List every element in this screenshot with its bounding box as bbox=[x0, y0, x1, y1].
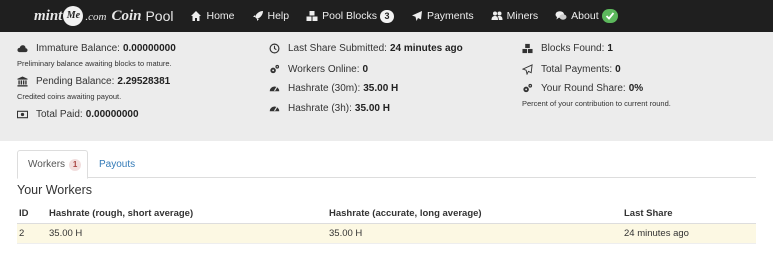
tachometer-icon bbox=[269, 86, 280, 92]
last-share-submitted: Last Share Submitted: 24 minutes ago bbox=[269, 43, 463, 54]
col-header-last-share: Last Share bbox=[624, 208, 673, 219]
total-payments-value: 0 bbox=[615, 64, 621, 75]
workers-table: ID Hashrate (rough, short average) Hashr… bbox=[17, 204, 756, 244]
cloud-icon bbox=[17, 45, 28, 53]
immature-balance: Immature Balance: 0.00000000 bbox=[17, 43, 176, 54]
total-payments: Total Payments: 0 bbox=[522, 64, 621, 75]
total-paid-value: 0.00000000 bbox=[85, 109, 139, 120]
hashrate-30m: Hashrate (30m): 35.00 H bbox=[269, 83, 398, 94]
last-share-value: 24 minutes ago bbox=[389, 43, 463, 54]
paper-plane-icon bbox=[411, 11, 422, 21]
nav-payments-label: Payments bbox=[426, 10, 474, 22]
cell-hashrate-short: 35.00 H bbox=[49, 228, 83, 239]
workers-online-value: 0 bbox=[362, 64, 369, 75]
nav-about[interactable]: About bbox=[555, 0, 618, 32]
table-header-row: ID Hashrate (rough, short average) Hashr… bbox=[17, 204, 756, 224]
nav-help[interactable]: Help bbox=[252, 0, 290, 32]
immature-balance-note: Preliminary balance awaiting blocks to m… bbox=[17, 59, 172, 68]
users-icon bbox=[491, 11, 503, 20]
tab-workers[interactable]: Workers 1 bbox=[17, 150, 88, 179]
home-icon bbox=[191, 11, 202, 21]
col-header-hashrate-short: Hashrate (rough, short average) bbox=[49, 208, 194, 219]
nav-home-label: Home bbox=[206, 10, 235, 22]
tab-workers-label: Workers bbox=[28, 159, 66, 170]
blocks-found-value: 1 bbox=[607, 43, 613, 54]
cubes-icon bbox=[522, 43, 533, 54]
tab-payouts[interactable]: Payouts bbox=[99, 150, 135, 178]
blocks-found: Blocks Found: 1 bbox=[522, 43, 613, 54]
cell-worker-id: 2 bbox=[19, 228, 25, 239]
total-payments-label: Total Payments: bbox=[541, 64, 613, 75]
nav-miners[interactable]: Miners bbox=[491, 0, 539, 32]
brand-coin-text: Coin bbox=[111, 7, 142, 24]
round-share-label: Your Round Share: bbox=[541, 83, 626, 94]
pending-balance-note: Credited coins awaiting payout. bbox=[17, 92, 122, 101]
hashrate-30m-value: 35.00 H bbox=[363, 83, 399, 94]
col-header-hashrate-long: Hashrate (accurate, long average) bbox=[329, 208, 482, 219]
nav-pool-blocks-label: Pool Blocks bbox=[322, 10, 377, 22]
hashrate-3h: Hashrate (3h): 35.00 H bbox=[269, 103, 390, 114]
check-icon bbox=[601, 9, 618, 23]
table-row[interactable]: 2 35.00 H 35.00 H 24 minutes ago bbox=[17, 224, 756, 244]
section-title: Your Workers bbox=[17, 183, 93, 197]
nav-pool-blocks[interactable]: Pool Blocks 3 bbox=[306, 0, 394, 32]
cell-hashrate-long: 35.00 H bbox=[329, 228, 363, 239]
nav-about-label: About bbox=[571, 10, 599, 22]
nav-miners-label: Miners bbox=[506, 10, 539, 22]
nav-help-label: Help bbox=[267, 10, 290, 22]
pending-balance-label: Pending Balance: bbox=[36, 76, 115, 87]
last-share-label: Last Share Submitted: bbox=[288, 43, 387, 54]
comments-icon bbox=[555, 11, 567, 20]
pool-blocks-count-badge: 3 bbox=[379, 9, 394, 23]
hashrate-30m-label: Hashrate (30m): bbox=[288, 83, 361, 94]
cogs-icon bbox=[270, 64, 280, 74]
cogs-icon bbox=[523, 83, 533, 93]
nav-home[interactable]: Home bbox=[190, 0, 235, 32]
brand-mint-text: mint bbox=[34, 7, 63, 24]
main-nav: Home Help Pool Blocks 3 Payments Miners … bbox=[190, 0, 634, 32]
bank-icon bbox=[17, 76, 28, 87]
total-paid: Total Paid: 0.00000000 bbox=[17, 109, 139, 120]
pending-balance: Pending Balance: 2.29528381 bbox=[17, 76, 170, 87]
immature-balance-label: Immature Balance: bbox=[36, 43, 120, 54]
hashrate-3h-label: Hashrate (3h): bbox=[288, 103, 352, 114]
paper-plane-icon bbox=[522, 64, 533, 75]
brand-logo[interactable]: mint Me .com Coin Pool bbox=[34, 0, 173, 32]
immature-balance-value: 0.00000000 bbox=[122, 43, 176, 54]
top-navbar: mint Me .com Coin Pool Home Help Pool Bl… bbox=[0, 0, 773, 32]
rocket-icon bbox=[252, 11, 263, 21]
round-share-value: 0% bbox=[628, 83, 644, 94]
cell-last-share: 24 minutes ago bbox=[624, 228, 689, 239]
workers-tabs: Workers 1 Payouts bbox=[17, 150, 756, 179]
workers-count-badge: 1 bbox=[69, 158, 82, 171]
round-share-note: Percent of your contribution to current … bbox=[522, 99, 671, 108]
brand-me-circle: Me bbox=[63, 6, 84, 26]
pending-balance-value: 2.29528381 bbox=[117, 76, 171, 87]
workers-online: Workers Online: 0 bbox=[269, 64, 368, 75]
stats-panel: Immature Balance: 0.00000000 Preliminary… bbox=[0, 32, 773, 141]
tab-payouts-label: Payouts bbox=[99, 158, 136, 170]
round-share: Your Round Share: 0% bbox=[522, 83, 643, 94]
brand-com-text: .com bbox=[85, 11, 107, 23]
brand-pool-text: Pool bbox=[145, 8, 174, 24]
col-header-id: ID bbox=[19, 208, 29, 219]
total-paid-label: Total Paid: bbox=[36, 109, 83, 120]
workers-online-label: Workers Online: bbox=[288, 64, 360, 75]
clock-icon bbox=[269, 43, 280, 54]
cubes-icon bbox=[306, 11, 318, 21]
nav-payments[interactable]: Payments bbox=[411, 0, 474, 32]
tachometer-icon bbox=[269, 106, 280, 112]
blocks-found-label: Blocks Found: bbox=[541, 43, 605, 54]
hashrate-3h-value: 35.00 H bbox=[354, 103, 390, 114]
money-icon bbox=[17, 110, 28, 119]
